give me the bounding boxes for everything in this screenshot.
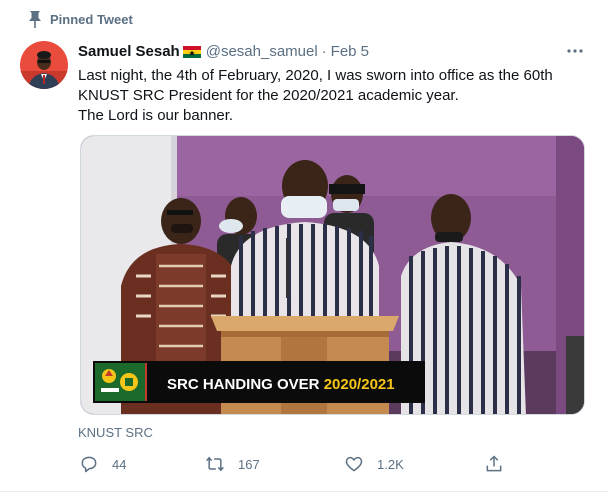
media-image: SRC HANDING OVER 2020/2021: [81, 136, 584, 414]
tweet-text: Last night, the 4th of February, 2020, I…: [78, 66, 583, 126]
separator-dot: ·: [321, 42, 327, 60]
pinned-tweet-label: Pinned Tweet: [29, 9, 133, 29]
reply-count: 44: [112, 456, 127, 472]
tweet[interactable]: Pinned Tweet Samuel Sesah @sesah_samuel …: [0, 0, 608, 492]
more-icon[interactable]: [565, 42, 585, 60]
pinned-text: Pinned Tweet: [50, 11, 133, 27]
banner-text: SRC HANDING OVER: [167, 376, 324, 393]
author-handle[interactable]: @sesah_samuel: [206, 43, 318, 60]
retweet-count: 167: [238, 456, 260, 472]
tweet-line: Last night, the 4th of February, 2020, I…: [78, 67, 553, 84]
svg-text:SRC HANDING OVER 2020/2021: SRC HANDING OVER 2020/2021: [167, 376, 395, 393]
media-source-label[interactable]: KNUST SRC: [78, 425, 153, 440]
tweet-actions: 44 167 1.2K: [72, 449, 512, 479]
like-count: 1.2K: [377, 456, 404, 472]
share-icon: [486, 455, 502, 472]
banner-year: 2020/2021: [324, 376, 395, 393]
like-button[interactable]: 1.2K: [344, 449, 404, 479]
reply-icon: [81, 456, 97, 473]
reply-button[interactable]: 44: [79, 449, 126, 479]
tweet-line: KNUST SRC President for the 2020/2021 ac…: [78, 87, 459, 104]
author-name[interactable]: Samuel Sesah: [78, 43, 180, 60]
avatar[interactable]: [20, 41, 68, 89]
pin-icon: [29, 11, 41, 28]
ghana-flag-icon: [182, 45, 201, 58]
tweet-date[interactable]: Feb 5: [331, 43, 369, 60]
share-button[interactable]: [484, 449, 517, 479]
retweet-icon: [206, 456, 224, 472]
tweet-header: Samuel Sesah @sesah_samuel · Feb 5: [78, 41, 369, 61]
like-icon: [345, 456, 363, 472]
retweet-button[interactable]: 167: [205, 449, 260, 479]
tweet-line: The Lord is our banner.: [78, 107, 234, 124]
tweet-media[interactable]: SRC HANDING OVER 2020/2021: [80, 135, 585, 415]
